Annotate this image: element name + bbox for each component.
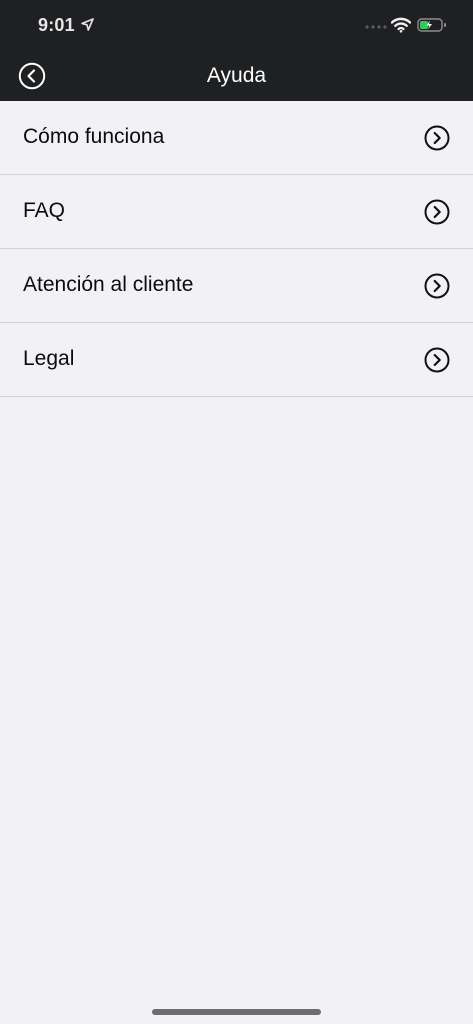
home-indicator[interactable] — [152, 1009, 321, 1015]
page-title: Ayuda — [206, 64, 267, 87]
menu-item-label: Cómo funciona — [23, 125, 165, 148]
status-bar: 9:01 — [0, 0, 473, 50]
help-menu-list: Cómo funciona FAQ Atención al cliente Le… — [0, 101, 473, 397]
menu-item-como-funciona[interactable]: Cómo funciona — [0, 101, 473, 175]
menu-item-faq[interactable]: FAQ — [0, 175, 473, 249]
chevron-right-circle-icon — [424, 125, 450, 151]
signal-dots-icon — [365, 25, 387, 29]
menu-item-label: FAQ — [23, 199, 66, 222]
chevron-right-circle-icon — [424, 347, 450, 373]
chevron-right-circle-icon — [424, 273, 450, 299]
status-time: 9:01 — [38, 15, 75, 35]
nav-bar: Ayuda — [0, 50, 473, 101]
battery-charging-icon — [417, 18, 446, 32]
chevron-right-circle-icon — [424, 199, 450, 225]
menu-item-legal[interactable]: Legal — [0, 323, 473, 397]
wifi-icon — [391, 17, 411, 33]
menu-item-label: Legal — [23, 347, 75, 370]
menu-item-atencion-al-cliente[interactable]: Atención al cliente — [0, 249, 473, 323]
location-arrow-icon — [81, 18, 94, 31]
menu-item-label: Atención al cliente — [23, 273, 194, 296]
